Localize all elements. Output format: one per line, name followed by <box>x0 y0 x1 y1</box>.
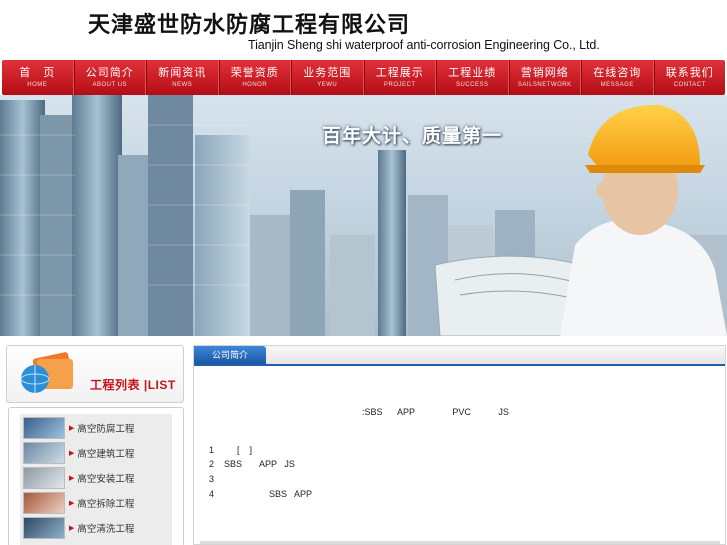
banner-slogan: 百年大计、质量第一 <box>322 125 503 147</box>
project-thumbnail <box>23 442 65 464</box>
arrow-right-icon: ▶ <box>69 500 75 507</box>
project-thumbnail <box>23 467 65 489</box>
project-item-label: 高空建筑工程 <box>77 449 135 460</box>
nav-label-en: NEWS <box>172 81 193 88</box>
arrow-right-icon: ▶ <box>69 450 75 457</box>
project-list-header: 工程列表 |LIST <box>6 345 184 403</box>
nav-label-cn: 首 页 <box>19 65 56 79</box>
project-list-panel: ▶ 高空防腐工程 ▶ 高空建筑工程 ▶ 高空安装工程 ▶ 高空拆除工程 ▶ 高空… <box>20 414 172 545</box>
project-item-label: 高空清洗工程 <box>77 524 135 535</box>
project-item-label: 高空安装工程 <box>77 474 135 485</box>
nav-label-en: CONTACT <box>673 81 706 88</box>
intro-row-number: 1 <box>209 445 215 455</box>
tab-company-intro[interactable]: 公司简介 <box>194 346 266 364</box>
project-item-building[interactable]: ▶ 高空建筑工程 <box>20 441 172 465</box>
nav-label-cn: 业务范围 <box>303 65 352 79</box>
intro-row-number: 3 <box>209 474 215 484</box>
nav-item-home[interactable]: 首 页 HOME <box>2 60 74 95</box>
globe-folder-icon <box>20 352 74 393</box>
intro-row-text: [ ] <box>222 445 253 455</box>
company-name-en: Tianjin Sheng shi waterproof anti-corros… <box>248 38 600 52</box>
main-nav: 首 页 HOME 公司简介 ABOUT US 新闻资讯 NEWS 荣誉资质 HONOR … <box>2 60 725 95</box>
intro-row-number: 2 <box>209 459 215 469</box>
project-list: ▶ 高空防腐工程 ▶ 高空建筑工程 ▶ 高空安装工程 ▶ 高空拆除工程 ▶ 高空… <box>8 407 184 545</box>
project-thumbnail <box>23 492 65 514</box>
panel-divider <box>200 541 720 544</box>
nav-label-en: YEWU <box>317 81 338 88</box>
project-item-label: 高空防腐工程 <box>77 424 135 435</box>
nav-item-network[interactable]: 营销网络 SAILSNETWORK <box>508 60 581 95</box>
nav-item-news[interactable]: 新闻资讯 NEWS <box>146 60 219 95</box>
project-item-installation[interactable]: ▶ 高空安装工程 <box>20 466 172 490</box>
project-thumbnail <box>23 517 65 539</box>
project-thumbnail <box>23 417 65 439</box>
nav-label-en: SAILSNETWORK <box>517 81 572 88</box>
arrow-right-icon: ▶ <box>69 425 75 432</box>
nav-label-en: ABOUT US <box>92 81 128 88</box>
nav-item-yewu[interactable]: 业务范围 YEWU <box>291 60 364 95</box>
nav-label-en: HOME <box>27 81 48 88</box>
intro-row-text: SBS APP <box>224 489 313 499</box>
nav-label-cn: 荣誉资质 <box>230 65 279 79</box>
project-item-cleaning[interactable]: ▶ 高空清洗工程 <box>20 516 172 540</box>
intro-text-line: :SBS APP PVC JS <box>362 407 509 417</box>
nav-label-cn: 公司简介 <box>85 65 134 79</box>
nav-label-cn: 联系我们 <box>665 65 714 79</box>
nav-item-message[interactable]: 在线咨询 MESSAGE <box>581 60 654 95</box>
nav-item-success[interactable]: 工程业绩 SUCCESS <box>436 60 509 95</box>
nav-label-cn: 工程业绩 <box>448 65 497 79</box>
nav-label-en: MESSAGE <box>600 81 634 88</box>
nav-item-about[interactable]: 公司简介 ABOUT US <box>73 60 146 95</box>
site-header: 天津盛世防水防腐工程有限公司 Tianjin Sheng shi waterpr… <box>0 0 727 60</box>
company-intro-panel: 公司简介 :SBS APP PVC JS 1 [ ] 2 SBS APP JS … <box>193 345 726 545</box>
nav-item-honor[interactable]: 荣誉资质 HONOR <box>218 60 291 95</box>
project-list-title: 工程列表 |LIST <box>90 378 176 392</box>
project-item-label: 高空拆除工程 <box>77 499 135 510</box>
hero-banner: 百年大计、质量第一 <box>0 95 727 336</box>
nav-label-cn: 在线咨询 <box>593 65 642 79</box>
nav-item-project[interactable]: 工程展示 PROJECT <box>363 60 436 95</box>
panel-tab-bar: 公司简介 <box>194 346 725 366</box>
intro-row-text: SBS APP JS <box>224 459 295 469</box>
nav-label-cn: 营销网络 <box>520 65 569 79</box>
nav-label-en: SUCCESS <box>455 81 489 88</box>
nav-item-contact[interactable]: 联系我们 CONTACT <box>653 60 726 95</box>
project-item-demolition[interactable]: ▶ 高空拆除工程 <box>20 491 172 515</box>
arrow-right-icon: ▶ <box>69 475 75 482</box>
nav-label-en: HONOR <box>242 81 268 88</box>
company-name-cn: 天津盛世防水防腐工程有限公司 <box>88 12 411 38</box>
nav-label-cn: 工程展示 <box>375 65 424 79</box>
nav-label-cn: 新闻资讯 <box>158 65 207 79</box>
arrow-right-icon: ▶ <box>69 525 75 532</box>
project-item-anticorrosion[interactable]: ▶ 高空防腐工程 <box>20 416 172 440</box>
intro-row-number: 4 <box>209 489 215 499</box>
nav-label-en: PROJECT <box>383 81 416 88</box>
